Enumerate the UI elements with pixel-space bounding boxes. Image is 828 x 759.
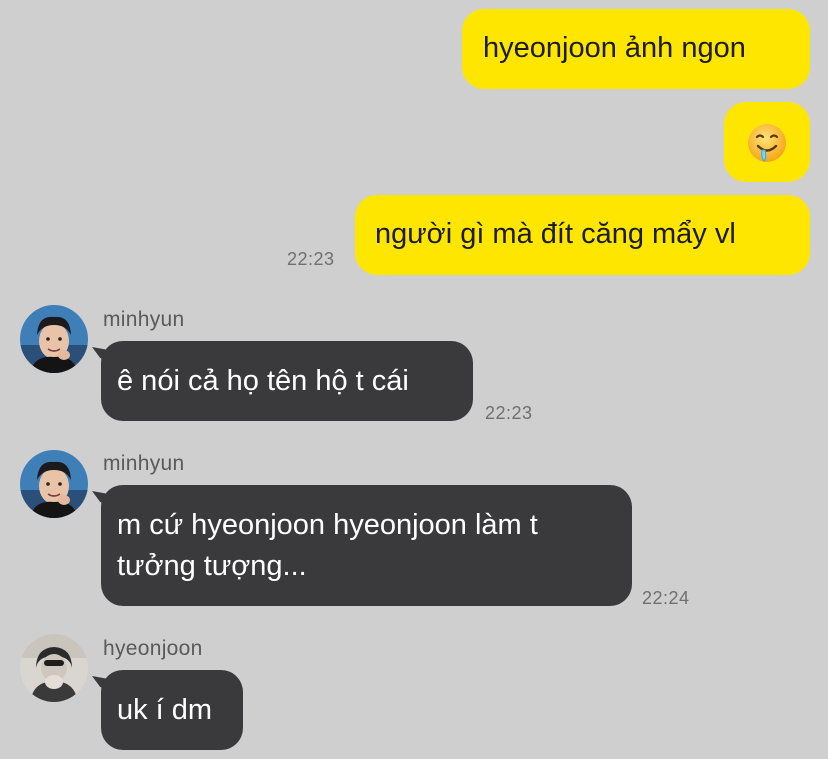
sender-name: minhyun [103,308,185,331]
outgoing-message[interactable]: hyeonjoon ảnh ngon [462,9,810,89]
message-text-line: tưởng tượng... [117,550,307,582]
avatar-image [20,450,88,518]
outgoing-emoji-message[interactable] [724,102,810,182]
avatar-image [20,305,88,373]
drooling-face-emoji-icon [746,122,788,164]
message-text: người gì mà đít căng mẩy vl [375,218,736,250]
incoming-message[interactable]: uk í dm [101,670,243,750]
sender-name: minhyun [103,452,185,475]
avatar-minhyun[interactable] [20,305,88,373]
sender-name: hyeonjoon [103,637,203,660]
message-timestamp: 22:23 [485,403,533,423]
message-timestamp: 22:23 [287,249,335,269]
avatar-minhyun[interactable] [20,450,88,518]
outgoing-message[interactable]: người gì mà đít căng mẩy vl [355,195,810,275]
message-text: ê nói cả họ tên hộ t cái [117,365,409,397]
avatar-image [20,634,88,702]
message-text: uk í dm [117,694,213,726]
message-text: hyeonjoon ảnh ngon [483,32,746,64]
incoming-message[interactable]: m cứ hyeonjoon hyeonjoon làm t tưởng tượ… [101,485,632,606]
message-text-line: m cứ hyeonjoon hyeonjoon làm t [117,509,538,541]
avatar-hyeonjoon[interactable] [20,634,88,702]
message-timestamp: 22:24 [642,588,690,608]
incoming-message[interactable]: ê nói cả họ tên hộ t cái [101,341,473,421]
